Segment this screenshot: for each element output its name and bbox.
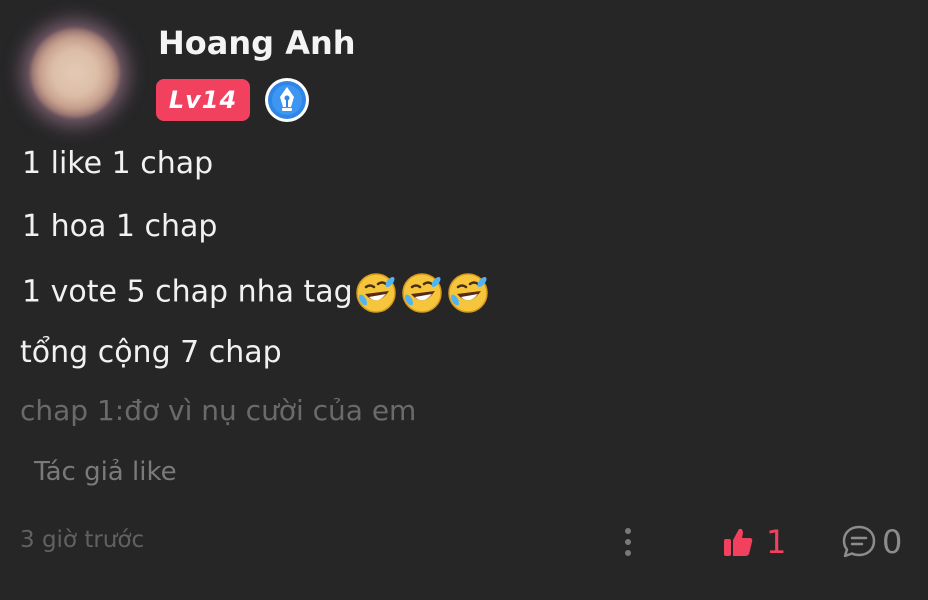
like-count: 1	[766, 523, 787, 561]
author-like-label: Tác giả like	[34, 457, 177, 487]
thumbs-up-icon	[724, 528, 753, 556]
rolling-on-floor-laughing-icon	[401, 273, 442, 313]
comment-count: 0	[882, 523, 903, 561]
comment-line-3: 1 vote 5 chap nha tag	[22, 272, 493, 314]
pen-nib-icon	[265, 78, 309, 122]
emoji-row	[355, 272, 493, 314]
timestamp: 3 giờ trước	[20, 527, 145, 553]
comment-line-1: 1 like 1 chap	[22, 146, 214, 181]
level-badge: Lv14	[156, 79, 250, 121]
username[interactable]: Hoang Anh	[158, 24, 356, 62]
reply-preview[interactable]: chap 1:đơ vì nụ cười của em	[20, 394, 416, 427]
comment-line-2: 1 hoa 1 chap	[22, 209, 218, 244]
avatar[interactable]	[30, 28, 120, 118]
comment-line-4: tổng cộng 7 chap	[20, 335, 282, 370]
rolling-on-floor-laughing-icon	[447, 273, 488, 313]
like-button[interactable]: 1	[722, 522, 786, 562]
comment-card: Hoang Anh Lv14 1 like 1 chap 1 hoa 1 cha…	[0, 0, 928, 600]
comment-bubble-icon	[842, 525, 876, 558]
more-options-icon[interactable]	[618, 526, 638, 558]
comment-line-3-text: 1 vote 5 chap nha tag	[22, 274, 353, 310]
comment-button[interactable]: 0	[840, 522, 902, 562]
rolling-on-floor-laughing-icon	[355, 273, 396, 313]
